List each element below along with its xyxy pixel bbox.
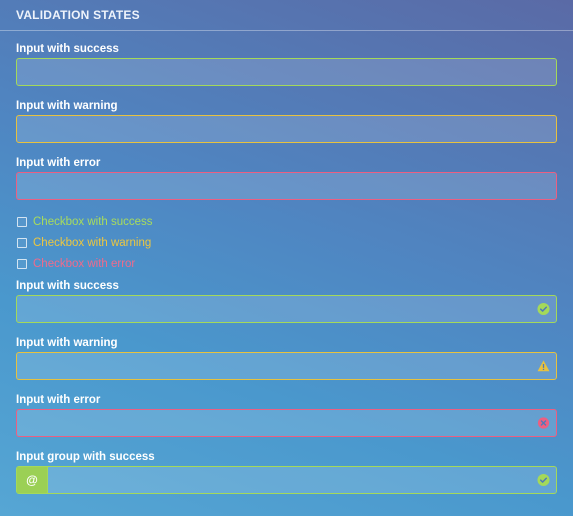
form-group-success: Input with success (16, 41, 557, 86)
check-circle-icon (537, 302, 550, 316)
input-error[interactable] (17, 173, 556, 199)
input-error-label: Input with error (16, 157, 101, 169)
checkbox-list: Checkbox with success Checkbox with warn… (16, 211, 557, 274)
input-warning-field-wrap (16, 115, 557, 143)
input-warning-label: Input with warning (16, 100, 118, 112)
input-warning[interactable] (17, 116, 556, 142)
checkbox-error-label: Checkbox with error (33, 257, 136, 270)
form-group-warning: Input with warning (16, 98, 557, 143)
input-group-success-wrap: @ (16, 466, 557, 494)
input-success-with-icon[interactable] (17, 296, 556, 322)
error-circle-x-icon (537, 417, 550, 429)
form-group-input-group-success: Input group with success @ (16, 449, 557, 494)
form-group-error-icon: Input with error (16, 392, 557, 437)
checkbox-row-warning[interactable]: Checkbox with warning (16, 232, 557, 253)
checkbox-error[interactable] (17, 258, 27, 269)
input-error-with-icon[interactable] (17, 410, 556, 436)
form-group-error: Input with error (16, 155, 557, 200)
checkbox-row-success[interactable]: Checkbox with success (16, 211, 557, 232)
input-warning-with-icon[interactable] (17, 353, 556, 379)
input-error-icon-field-wrap (16, 409, 557, 437)
input-error-icon-label: Input with error (16, 394, 101, 406)
form-group-warning-icon: Input with warning (16, 335, 557, 380)
input-error-field-wrap (16, 172, 557, 200)
input-success-icon-label: Input with success (16, 280, 119, 292)
panel-header: VALIDATION STATES (0, 0, 573, 31)
input-group-success-label: Input group with success (16, 451, 155, 463)
input-success-field-wrap (16, 58, 557, 86)
check-circle-icon (537, 473, 550, 487)
input-success-icon-field-wrap (16, 295, 557, 323)
input-warning-icon-label: Input with warning (16, 337, 118, 349)
checkbox-success[interactable] (17, 216, 27, 227)
input-success-label: Input with success (16, 43, 119, 55)
form-group-success-icon: Input with success (16, 278, 557, 323)
checkbox-warning-label: Checkbox with warning (33, 236, 152, 249)
panel-body: Input with success Input with warning In… (0, 41, 573, 494)
at-sign-addon: @ (17, 467, 48, 493)
input-warning-icon-field-wrap (16, 352, 557, 380)
checkbox-success-label: Checkbox with success (33, 215, 153, 228)
input-group-success-input[interactable] (48, 467, 556, 493)
panel-title: VALIDATION STATES (16, 8, 140, 22)
checkbox-row-error[interactable]: Checkbox with error (16, 253, 557, 274)
input-success[interactable] (17, 59, 556, 85)
warning-triangle-icon (537, 360, 550, 372)
checkbox-warning[interactable] (17, 237, 27, 248)
